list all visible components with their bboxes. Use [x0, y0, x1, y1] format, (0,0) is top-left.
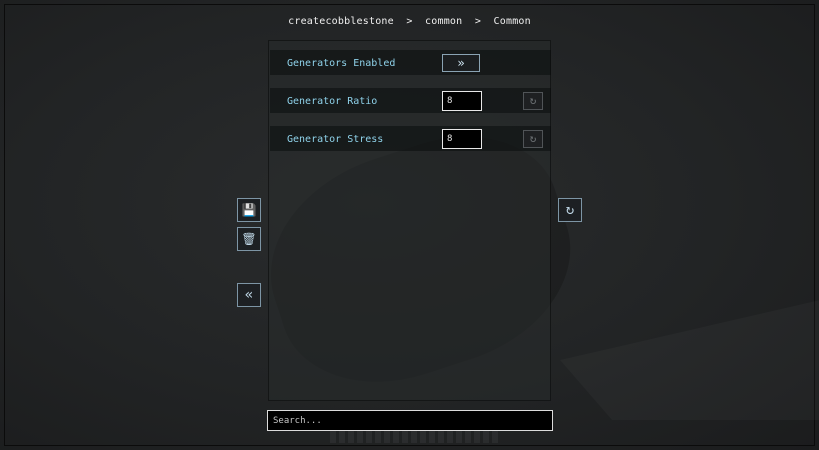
- back-button[interactable]: «: [237, 283, 261, 307]
- reset-icon: ↻: [529, 132, 537, 145]
- save-icon: 💾: [241, 203, 257, 217]
- trash-icon: 🗑: [241, 232, 257, 246]
- breadcrumb: createcobblestone > common > Common: [0, 16, 819, 27]
- setting-label: Generator Ratio: [287, 96, 378, 107]
- generator-stress-reset-button[interactable]: ↻: [523, 130, 543, 148]
- setting-row-generator-stress: Generator Stress 8 ↻: [270, 126, 551, 151]
- config-screen: createcobblestone > common > Common Gene…: [0, 0, 819, 450]
- breadcrumb-mod[interactable]: createcobblestone: [288, 16, 394, 27]
- settings-list-panel[interactable]: Generators Enabled » Generator Ratio 8 ↻…: [268, 40, 551, 401]
- double-chevron-right-icon: »: [457, 56, 465, 70]
- generators-enabled-toggle[interactable]: »: [442, 54, 480, 72]
- setting-row-generators-enabled: Generators Enabled »: [270, 50, 551, 75]
- generator-ratio-reset-button[interactable]: ↻: [523, 92, 543, 110]
- setting-row-generator-ratio: Generator Ratio 8 ↻: [270, 88, 551, 113]
- discard-button[interactable]: 🗑: [237, 227, 261, 251]
- search-input[interactable]: [267, 410, 553, 431]
- background-faint-text: [330, 429, 500, 443]
- double-chevron-left-icon: «: [244, 287, 254, 303]
- generator-ratio-input[interactable]: 8: [442, 91, 482, 111]
- save-button[interactable]: 💾: [237, 198, 261, 222]
- reset-all-button[interactable]: ↻: [558, 198, 582, 222]
- setting-label: Generator Stress: [287, 134, 384, 145]
- breadcrumb-page: Common: [493, 16, 531, 27]
- reset-icon: ↻: [529, 94, 537, 107]
- generator-stress-input[interactable]: 8: [442, 129, 482, 149]
- breadcrumb-section[interactable]: common: [425, 16, 462, 27]
- reset-icon: ↻: [565, 202, 575, 218]
- setting-label: Generators Enabled: [287, 58, 396, 69]
